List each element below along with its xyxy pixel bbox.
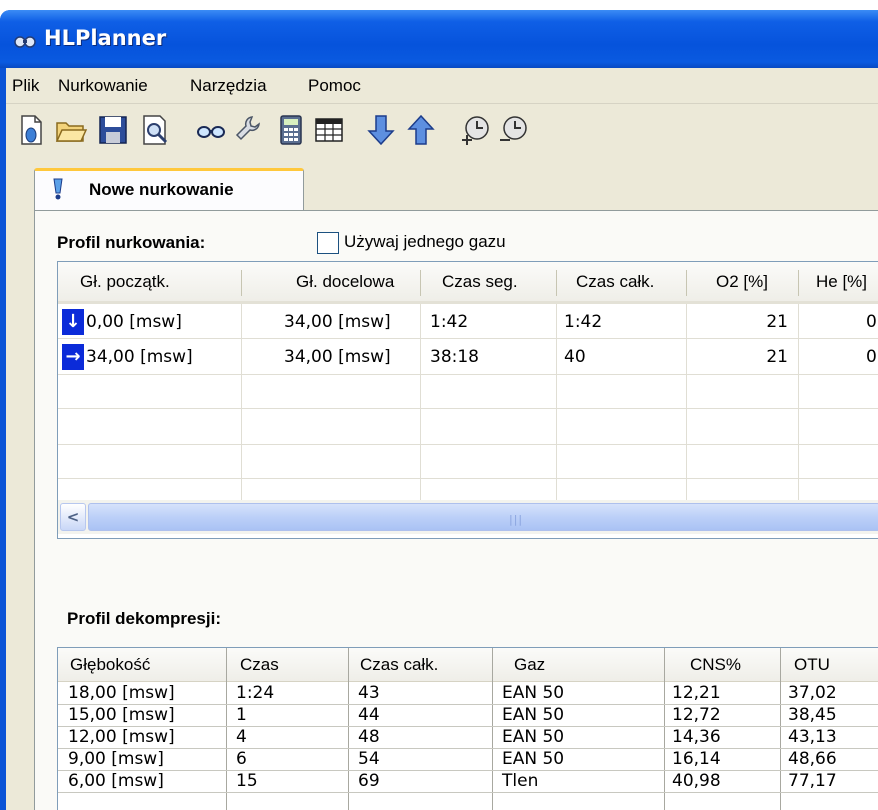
cell-depth: 9,00 [msw]: [68, 749, 164, 769]
arrow-up-icon[interactable]: [404, 113, 438, 147]
toolbar: [6, 105, 878, 157]
cell-otu: 77,17: [788, 771, 837, 791]
tab-nowe-nurkowanie[interactable]: Nowe nurkowanie: [34, 168, 304, 212]
cell-time: 1:24: [236, 683, 275, 703]
dive-profile-grid: Gł. początk. Gł. docelowa Czas seg. Czas…: [57, 261, 878, 539]
cell-depth: 18,00 [msw]: [68, 683, 175, 703]
col-gas[interactable]: Gaz: [514, 648, 545, 682]
new-file-icon[interactable]: [14, 113, 48, 147]
row-segment-time: 38:18: [430, 347, 479, 367]
menu-bar: Plik Nurkowanie Narzędzia Pomoc: [6, 68, 878, 104]
cell-depth: 6,00 [msw]: [68, 771, 164, 791]
goggles-icon[interactable]: [194, 113, 228, 147]
row-target-depth: 34,00 [msw]: [284, 312, 391, 332]
cell-otu: 37,02: [788, 683, 837, 703]
cell-cns: 12,72: [672, 705, 721, 725]
col-he[interactable]: He [%]: [816, 262, 867, 302]
tab-page: Profil nurkowania: Używaj jednego gazu G…: [34, 210, 878, 810]
cell-otu: 43,13: [788, 727, 837, 747]
cell-cns: 14,36: [672, 727, 721, 747]
app-window: HLPlanner Plik Nurkowanie Narzędzia Pomo…: [0, 10, 878, 810]
scroll-left-icon[interactable]: <: [60, 503, 86, 531]
row-segment-time: 1:42: [430, 312, 469, 332]
level-arrow-icon: →: [62, 344, 84, 370]
row-total-time: 1:42: [564, 312, 603, 332]
cell-time: 1: [236, 705, 247, 725]
wrench-icon[interactable]: [232, 113, 266, 147]
deco-profile-label: Profil dekompresji:: [67, 609, 221, 628]
cell-total-time: 54: [358, 749, 380, 769]
dive-profile-header: Gł. początk. Gł. docelowa Czas seg. Czas…: [58, 262, 878, 304]
tab-label: Nowe nurkowanie: [89, 180, 234, 199]
cell-time: 15: [236, 771, 258, 791]
cell-cns: 40,98: [672, 771, 721, 791]
goggles-app-icon: [14, 36, 36, 48]
cell-total-time: 69: [358, 771, 380, 791]
col-total-time[interactable]: Czas całk.: [360, 648, 438, 682]
menu-plik[interactable]: Plik: [12, 76, 39, 96]
col-start-depth[interactable]: Gł. początk.: [80, 262, 170, 302]
menu-narzedzia[interactable]: Narzędzia: [190, 76, 267, 96]
cell-total-time: 44: [358, 705, 380, 725]
col-total-time[interactable]: Czas całk.: [576, 262, 654, 302]
save-icon[interactable]: [96, 113, 130, 147]
clock-plus-icon[interactable]: [458, 113, 492, 147]
row-o2: 21: [766, 347, 788, 367]
col-otu[interactable]: OTU: [794, 648, 830, 682]
dive-profile-label: Profil nurkowania:: [57, 233, 206, 252]
row-he: 0: [866, 347, 877, 367]
diver-tab-icon: [53, 178, 63, 200]
col-cns[interactable]: CNS%: [690, 648, 741, 682]
single-gas-label: Używaj jednego gazu: [344, 232, 506, 251]
scroll-thumb[interactable]: |||: [88, 503, 878, 531]
col-target-depth[interactable]: Gł. docelowa: [296, 262, 394, 302]
row-he: 0: [866, 312, 877, 332]
cell-cns: 16,14: [672, 749, 721, 769]
col-segment-time[interactable]: Czas seg.: [442, 262, 518, 302]
deco-profile-header: Głębokość Czas Czas całk. Gaz CNS% OTU: [58, 648, 878, 682]
cell-time: 6: [236, 749, 247, 769]
horizontal-scrollbar[interactable]: < |||: [58, 500, 878, 534]
cell-gas: EAN 50: [502, 683, 565, 703]
cell-gas: Tlen: [502, 771, 539, 791]
client-area: Plik Nurkowanie Narzędzia Pomoc Nowe nur…: [6, 68, 878, 810]
menu-nurkowanie[interactable]: Nurkowanie: [58, 76, 148, 96]
tab-strip: Nowe nurkowanie: [6, 168, 878, 212]
calculator-icon[interactable]: [274, 113, 308, 147]
cell-time: 4: [236, 727, 247, 747]
deco-profile-grid: Głębokość Czas Czas całk. Gaz CNS% OTU 1…: [57, 647, 878, 810]
descent-arrow-icon: ↓: [62, 309, 84, 335]
row-o2: 21: [766, 312, 788, 332]
cell-total-time: 48: [358, 727, 380, 747]
col-time[interactable]: Czas: [240, 648, 279, 682]
table-icon[interactable]: [312, 113, 346, 147]
col-depth[interactable]: Głębokość: [70, 648, 150, 682]
title-bar[interactable]: HLPlanner: [0, 10, 878, 68]
cell-otu: 48,66: [788, 749, 837, 769]
cell-cns: 12,21: [672, 683, 721, 703]
print-preview-icon[interactable]: [138, 113, 172, 147]
cell-gas: EAN 50: [502, 705, 565, 725]
row-total-time: 40: [564, 347, 586, 367]
arrow-down-icon[interactable]: [364, 113, 398, 147]
cell-total-time: 43: [358, 683, 380, 703]
single-gas-checkbox[interactable]: [317, 232, 339, 254]
cell-otu: 38,45: [788, 705, 837, 725]
cell-gas: EAN 50: [502, 727, 565, 747]
row-target-depth: 34,00 [msw]: [284, 347, 391, 367]
cell-depth: 15,00 [msw]: [68, 705, 175, 725]
clock-minus-icon[interactable]: [496, 113, 530, 147]
col-o2[interactable]: O2 [%]: [716, 262, 768, 302]
menu-pomoc[interactable]: Pomoc: [308, 76, 361, 96]
open-folder-icon[interactable]: [54, 113, 88, 147]
row-start-depth: 34,00 [msw]: [86, 347, 193, 367]
cell-depth: 12,00 [msw]: [68, 727, 175, 747]
cell-gas: EAN 50: [502, 749, 565, 769]
scroll-grip-icon: |||: [509, 513, 524, 526]
row-start-depth: 0,00 [msw]: [86, 312, 182, 332]
window-title: HLPlanner: [44, 26, 167, 50]
